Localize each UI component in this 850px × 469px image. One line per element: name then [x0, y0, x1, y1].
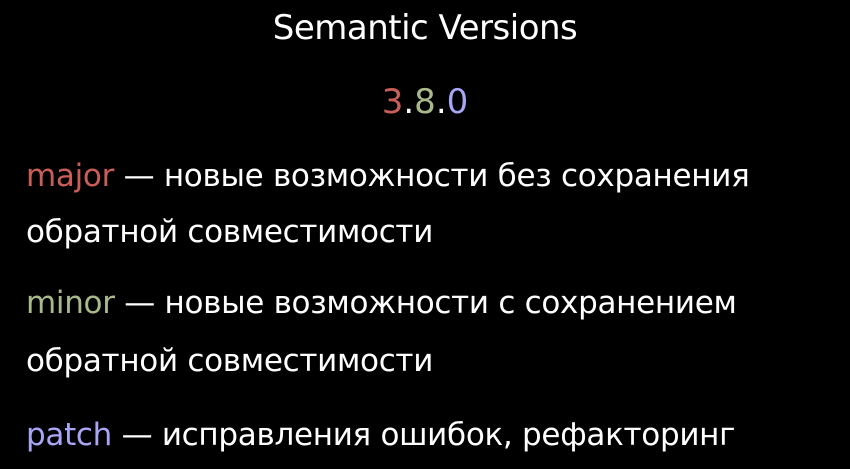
minor-description-continuation: обратной совместимости: [26, 343, 434, 379]
version-separator: .: [435, 82, 447, 122]
version-major: 3: [381, 82, 404, 122]
major-term: major: [26, 158, 115, 194]
slide-title: Semantic Versions: [272, 8, 578, 48]
slide: Semantic Versions 3.8.0 major — новые во…: [0, 0, 850, 469]
version-number: 3.8.0: [0, 80, 850, 124]
version-separator: .: [403, 82, 415, 122]
minor-description: minor — новые возможности с сохранением: [26, 283, 737, 323]
version-minor: 8: [414, 82, 436, 122]
version-patch: 0: [446, 82, 469, 122]
patch-term: patch: [26, 417, 113, 453]
minor-description-text: — новые возможности с сохранением: [114, 285, 737, 321]
patch-description-text: — исправления ошибок, рефакторинг: [112, 417, 736, 453]
major-description: major — новые возможности без сохранения: [26, 156, 750, 196]
major-description-text: — новые возможности без сохранения: [114, 158, 750, 194]
major-description-continuation: обратной совместимости: [26, 214, 434, 250]
patch-description: patch — исправления ошибок, рефакторинг: [26, 415, 735, 455]
minor-term: minor: [26, 285, 115, 321]
